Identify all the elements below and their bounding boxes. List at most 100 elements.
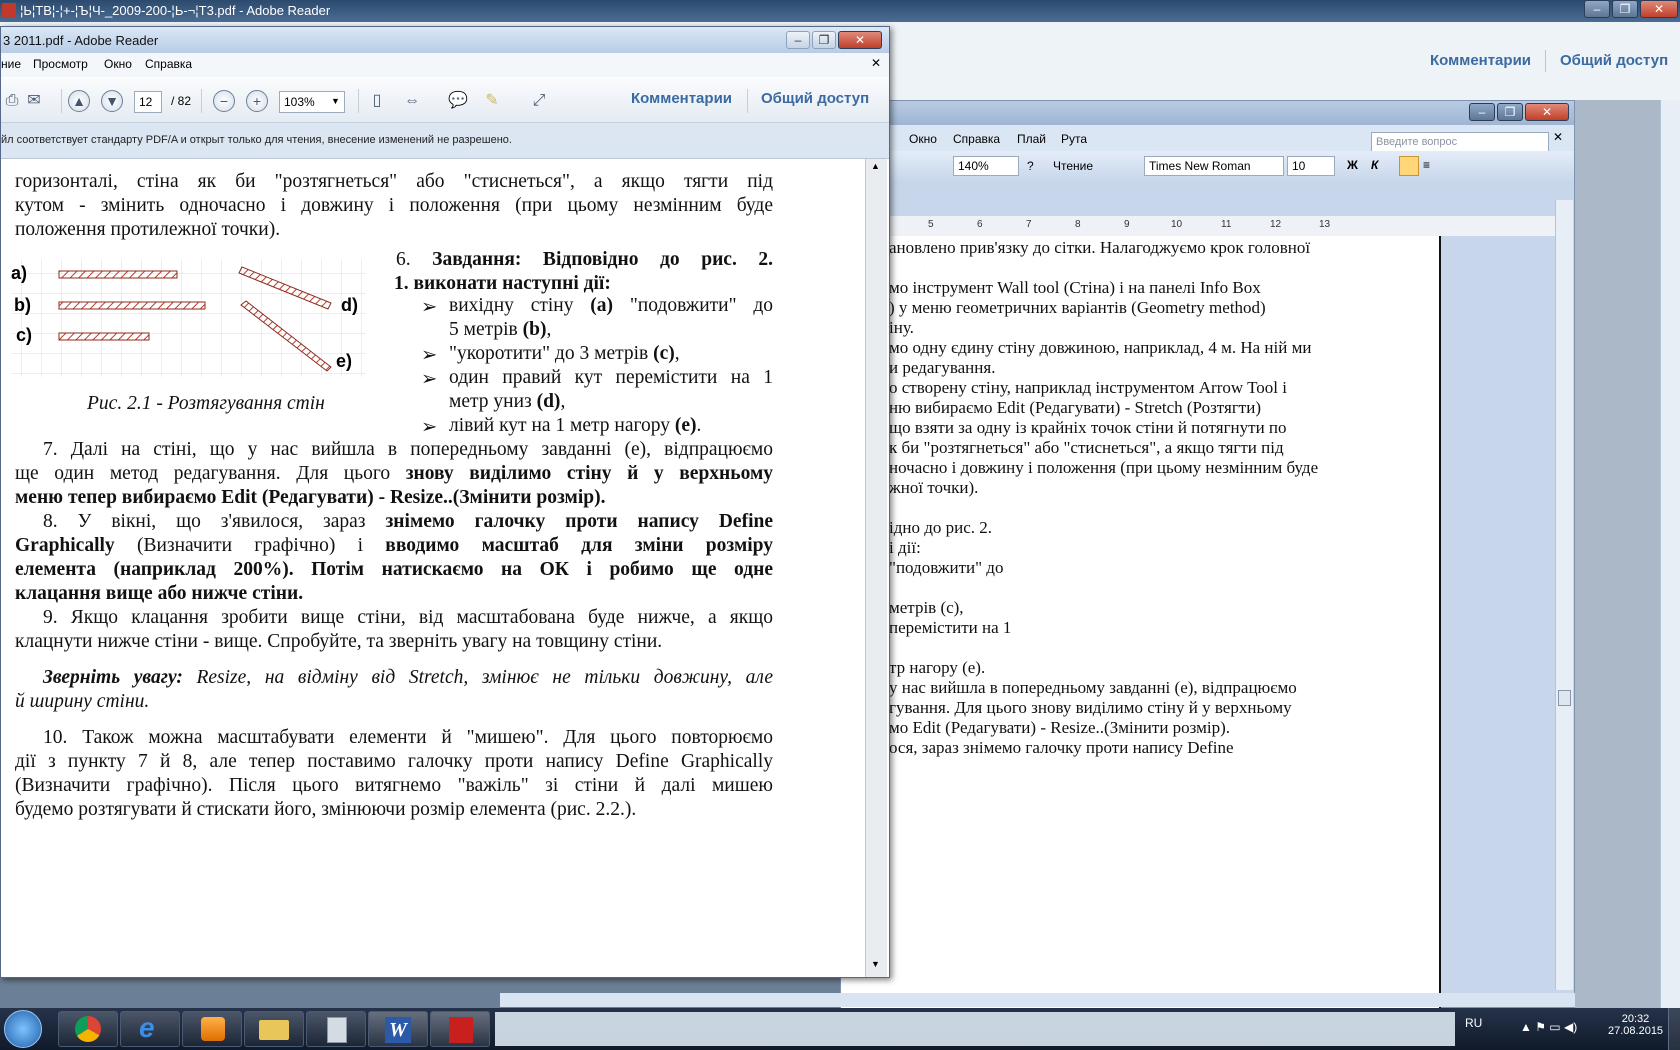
word-close-button[interactable]: ✕: [1525, 103, 1569, 121]
sign-icon[interactable]: ✎: [481, 91, 503, 111]
italic-button[interactable]: К: [1371, 158, 1378, 172]
menu-view[interactable]: Просмотр: [33, 57, 88, 71]
adobe-reader-taskbar-icon[interactable]: [430, 1011, 490, 1047]
font-name-select[interactable]: Times New Roman: [1144, 156, 1284, 176]
zoom-out-icon[interactable]: −: [213, 90, 235, 112]
align-center-icon[interactable]: ≡: [1423, 158, 1430, 172]
bold-button[interactable]: Ж: [1347, 158, 1358, 172]
minimize-button[interactable]: –: [1584, 0, 1610, 18]
text-span: ,: [560, 391, 566, 412]
word-line: у нас вийшла в попередньому завданні (е)…: [889, 678, 1297, 697]
comments-link[interactable]: Комментарии: [1430, 52, 1531, 69]
doc-line: будемо розтягувати й стискати його, змін…: [15, 799, 637, 820]
text-span: 5 метрів: [449, 319, 523, 340]
media-player-taskbar-icon[interactable]: [182, 1011, 242, 1047]
chrome-taskbar-icon[interactable]: [58, 1011, 118, 1047]
pdf-page[interactable]: горизонталі, стіна як би "розтягнеться" …: [1, 159, 865, 977]
toolbar-divider: [61, 89, 62, 113]
figure-wall-stretching: a) b) c) d) e): [11, 259, 366, 377]
menu-window[interactable]: Окно: [104, 57, 132, 71]
word-view-bar: [500, 993, 1575, 1007]
reader-vertical-scrollbar[interactable]: ▲ ▼: [865, 159, 887, 977]
bullet-arrow-icon: ➢: [421, 345, 438, 366]
page-number-input[interactable]: 12: [134, 91, 162, 113]
word-restore-button[interactable]: ❐: [1497, 103, 1523, 121]
fig-label-c: c): [16, 325, 32, 345]
menu-edit[interactable]: ние: [1, 57, 21, 71]
toolbar-divider: [747, 89, 748, 113]
fit-page-icon[interactable]: ▯: [366, 91, 388, 111]
comments-link[interactable]: Комментарии: [631, 90, 732, 107]
fit-width-icon[interactable]: ⇔: [401, 91, 423, 111]
doc-line: дії з пункту 7 й 8, але тепер поставимо …: [15, 751, 773, 772]
menu-window[interactable]: Окно: [909, 132, 937, 146]
comment-icon[interactable]: 💬: [447, 91, 469, 111]
tray-icons[interactable]: ▲ ⚑ ▭ ◀): [1520, 1020, 1577, 1034]
explorer-taskbar-icon[interactable]: [244, 1011, 304, 1047]
bullet-1-line1: вихідну стіну (а) "подовжити" до: [449, 295, 773, 317]
restore-button[interactable]: ❐: [1612, 0, 1638, 18]
horizontal-ruler[interactable]: 4 5 6 7 8 9 10 11 12 13: [841, 216, 1561, 236]
word-toolbar: 140% ? Чтение Times New Roman 10 Ж К ≡: [841, 151, 1574, 181]
task6-number: 6.: [396, 249, 433, 270]
word-line: що взяти за одну із крайніх точок стіни …: [889, 418, 1287, 437]
menu-help[interactable]: Справка: [953, 132, 1000, 146]
reader-minimize-button[interactable]: –: [786, 31, 810, 49]
word-minimize-button[interactable]: –: [1469, 103, 1495, 121]
show-desktop-button[interactable]: [1668, 1008, 1680, 1050]
word-status-strip: [495, 1012, 1455, 1046]
doc-line: ще один метод редагування. Для цього зно…: [15, 463, 773, 485]
menu-plai[interactable]: Плай: [1017, 132, 1046, 146]
word-line: метрів (с),: [889, 598, 964, 617]
language-indicator[interactable]: RU: [1465, 1016, 1482, 1030]
calculator-taskbar-icon[interactable]: [306, 1011, 366, 1047]
scroll-down-icon[interactable]: ▼: [871, 959, 880, 969]
zoom-in-icon[interactable]: +: [246, 90, 268, 112]
doc-line: (Визначити графічно). Після цього витягн…: [15, 775, 773, 796]
align-left-button[interactable]: [1399, 156, 1419, 176]
word-zoom-select[interactable]: 140%: [953, 156, 1019, 176]
menu-help[interactable]: Справка: [145, 57, 192, 71]
share-link[interactable]: Общий доступ: [761, 90, 869, 107]
ask-question-input[interactable]: Введите вопрос: [1371, 132, 1549, 152]
internet-explorer-taskbar-icon[interactable]: e: [120, 1011, 180, 1047]
note-line: Зверніть увагу: Resize, на відміну від S…: [43, 667, 773, 689]
background-window-titlebar: ¦Ь¦ТВ¦-¦+-¦Ъ¦Ч-_2009-200-¦Ь-¬¦Т3.pdf - A…: [0, 0, 1680, 22]
font-size-select[interactable]: 10: [1287, 156, 1335, 176]
tray-clock[interactable]: 20:32 27.08.2015: [1608, 1013, 1663, 1037]
close-document-icon[interactable]: ✕: [871, 56, 881, 70]
email-icon[interactable]: ✉: [23, 91, 45, 111]
next-page-icon[interactable]: ▼: [101, 90, 123, 112]
text-span: 8. У вікні, що з'явилося, зараз: [43, 511, 386, 532]
print-icon[interactable]: ⎙: [1, 91, 23, 111]
word-scroll-thumb[interactable]: [1558, 690, 1571, 706]
text-span: лівий кут на 1 метр нагору: [449, 415, 675, 436]
reading-button[interactable]: Чтение: [1053, 159, 1093, 173]
bullet-3-line2: метр униз (d),: [449, 391, 565, 413]
text-span: ,: [546, 319, 552, 340]
chevron-down-icon[interactable]: ▼: [331, 96, 340, 106]
start-button[interactable]: [4, 1010, 42, 1048]
help-icon[interactable]: ?: [1027, 159, 1034, 173]
word-line: і дії:: [889, 538, 921, 557]
text-span-bold: (е): [674, 415, 697, 436]
close-doc-icon[interactable]: ✕: [1553, 130, 1563, 144]
word-toolbar-gap: [841, 181, 1574, 216]
ruler-tick: 9: [1124, 219, 1130, 230]
doc-line: 7. Далі на стіні, що у нас вийшла в попе…: [43, 439, 773, 460]
figure-caption: Рис. 2.1 - Розтягування стін: [87, 393, 325, 414]
reader-restore-button[interactable]: ❐: [812, 31, 836, 49]
fig-label-a: a): [11, 263, 27, 283]
reader-close-button[interactable]: ✕: [838, 31, 882, 49]
word-vertical-scrollbar[interactable]: [1555, 200, 1573, 990]
word-line: [889, 638, 1489, 658]
close-button[interactable]: ✕: [1640, 0, 1678, 18]
full-screen-icon[interactable]: ⤢: [528, 91, 550, 111]
menu-ruta[interactable]: Рута: [1061, 132, 1087, 146]
previous-page-icon[interactable]: ▲: [68, 90, 90, 112]
word-taskbar-icon[interactable]: W: [368, 1011, 428, 1047]
scroll-up-icon[interactable]: ▲: [871, 161, 880, 171]
wall-b: [58, 301, 206, 310]
background-scrollbar[interactable]: [1660, 100, 1680, 1008]
share-link[interactable]: Общий доступ: [1560, 52, 1668, 69]
